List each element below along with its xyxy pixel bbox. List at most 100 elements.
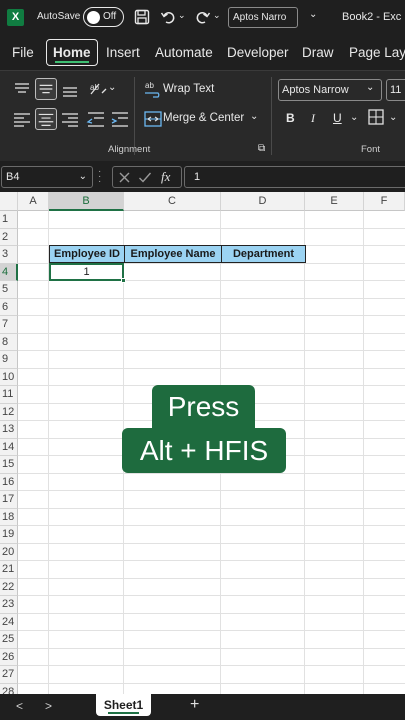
row-header-28[interactable]: 28 — [0, 683, 18, 694]
row-header-1[interactable]: 1 — [0, 211, 18, 229]
row-header-27[interactable]: 27 — [0, 666, 18, 684]
row-gridline — [18, 507, 405, 509]
redo-dropdown-icon[interactable]: ⌄ — [213, 10, 221, 21]
row-header-14[interactable]: 14 — [0, 438, 18, 456]
row-header-13[interactable]: 13 — [0, 421, 18, 439]
tab-insert[interactable]: Insert — [106, 45, 140, 60]
redo-icon[interactable] — [195, 9, 211, 25]
insert-function-button[interactable]: fx — [161, 169, 170, 185]
chevron-down-icon[interactable]: ⌄ — [309, 9, 317, 20]
row-header-18[interactable]: 18 — [0, 508, 18, 526]
align-center-icon[interactable] — [35, 108, 57, 130]
row-header-12[interactable]: 12 — [0, 403, 18, 421]
increase-indent-icon[interactable] — [109, 108, 131, 130]
sheet-tab-sheet1[interactable]: Sheet1 — [96, 694, 151, 716]
wrap-text-button[interactable]: Wrap Text — [163, 83, 214, 95]
drag-handle-icon[interactable]: · · · — [98, 167, 106, 187]
column-header-c[interactable]: C — [124, 192, 221, 211]
row-header-25[interactable]: 25 — [0, 631, 18, 649]
row-header-9[interactable]: 9 — [0, 351, 18, 369]
row-header-2[interactable]: 2 — [0, 228, 18, 246]
row-header-7[interactable]: 7 — [0, 316, 18, 334]
cell-c3[interactable]: Employee Name — [124, 245, 222, 263]
column-header-f[interactable]: F — [364, 192, 405, 211]
row-header-5[interactable]: 5 — [0, 281, 18, 299]
borders-icon[interactable] — [366, 107, 388, 129]
merge-dropdown-icon[interactable]: ⌄ — [250, 111, 258, 122]
borders-dropdown-icon[interactable]: ⌄ — [389, 112, 397, 123]
font-dropdown-icon[interactable]: ⌄ — [366, 82, 374, 93]
row-header-20[interactable]: 20 — [0, 543, 18, 561]
row-header-6[interactable]: 6 — [0, 298, 18, 316]
row-header-11[interactable]: 11 — [0, 386, 18, 404]
row-header-23[interactable]: 23 — [0, 596, 18, 614]
wrap-text-icon: ab — [145, 81, 160, 98]
italic-button[interactable]: I — [311, 111, 315, 126]
formula-input[interactable]: 1 — [184, 166, 405, 188]
orientation-icon[interactable]: ab — [87, 78, 109, 100]
align-left-icon[interactable] — [11, 108, 33, 130]
quick-font-box[interactable]: Aptos Narro — [228, 7, 298, 28]
fill-handle[interactable] — [121, 278, 126, 283]
tab-developer[interactable]: Developer — [227, 45, 289, 60]
tab-home-label: Home — [53, 45, 91, 60]
font-size-box[interactable]: 11 — [386, 79, 405, 101]
prev-sheet-icon[interactable]: < — [16, 699, 23, 713]
bold-button[interactable]: B — [286, 111, 295, 125]
row-header-17[interactable]: 17 — [0, 491, 18, 509]
undo-icon[interactable] — [160, 9, 176, 25]
row-gridline — [18, 490, 405, 491]
row-header-26[interactable]: 26 — [0, 648, 18, 666]
row-header-4[interactable]: 4 — [0, 263, 18, 281]
row-header-15[interactable]: 15 — [0, 456, 18, 474]
alignment-launcher-icon[interactable]: ⧉ — [258, 143, 265, 154]
row-gridline — [18, 297, 405, 299]
row-header-3[interactable]: 3 — [0, 246, 18, 264]
tab-draw[interactable]: Draw — [302, 45, 334, 60]
add-sheet-button[interactable]: + — [190, 696, 199, 714]
row-gridline — [18, 630, 405, 631]
column-gridline — [48, 211, 49, 694]
tab-file[interactable]: File — [12, 45, 34, 60]
align-top-icon[interactable] — [11, 78, 33, 100]
cell-b3[interactable]: Employee ID — [49, 245, 125, 263]
underline-button[interactable]: U — [333, 111, 342, 125]
row-header-19[interactable]: 19 — [0, 526, 18, 544]
row-gridline — [18, 542, 405, 544]
row-header-24[interactable]: 24 — [0, 613, 18, 631]
column-header-b[interactable]: B — [49, 192, 124, 211]
tab-home[interactable]: Home — [46, 39, 98, 66]
row-header-22[interactable]: 22 — [0, 578, 18, 596]
name-box[interactable]: B4 ⌄ — [1, 166, 93, 188]
enter-check-icon[interactable] — [138, 171, 152, 184]
cancel-icon[interactable] — [118, 171, 131, 184]
column-header-d[interactable]: D — [221, 192, 305, 211]
underline-dropdown-icon[interactable]: ⌄ — [350, 112, 358, 123]
tab-automate[interactable]: Automate — [155, 45, 213, 60]
formula-buttons: fx — [112, 166, 182, 188]
row-header-16[interactable]: 16 — [0, 473, 18, 491]
alignment-group-label: Alignment — [108, 144, 151, 155]
decrease-indent-icon[interactable] — [85, 108, 107, 130]
align-bottom-icon[interactable] — [59, 78, 81, 100]
chevron-down-icon[interactable]: ⌄ — [79, 171, 87, 182]
merge-center-button[interactable]: Merge & Center — [163, 112, 244, 124]
tab-page-layout[interactable]: Page Layo — [349, 45, 405, 60]
toggle-knob — [87, 10, 100, 24]
save-icon[interactable] — [134, 9, 150, 25]
row-header-21[interactable]: 21 — [0, 561, 18, 579]
cell-d3[interactable]: Department — [221, 245, 306, 263]
align-middle-icon[interactable] — [35, 78, 57, 100]
row-header-8[interactable]: 8 — [0, 333, 18, 351]
column-header-e[interactable]: E — [305, 192, 364, 211]
orientation-dropdown-icon[interactable]: ⌄ — [108, 82, 116, 93]
cell-b4-active[interactable]: 1 — [49, 263, 126, 283]
align-right-icon[interactable] — [59, 108, 81, 130]
column-header-a[interactable]: A — [18, 192, 49, 211]
formula-value: 1 — [194, 171, 201, 183]
next-sheet-icon[interactable]: > — [45, 699, 52, 713]
autosave-toggle[interactable]: Off — [83, 7, 124, 27]
select-all-corner[interactable] — [0, 192, 18, 211]
row-header-10[interactable]: 10 — [0, 368, 18, 386]
undo-dropdown-icon[interactable]: ⌄ — [178, 10, 186, 21]
